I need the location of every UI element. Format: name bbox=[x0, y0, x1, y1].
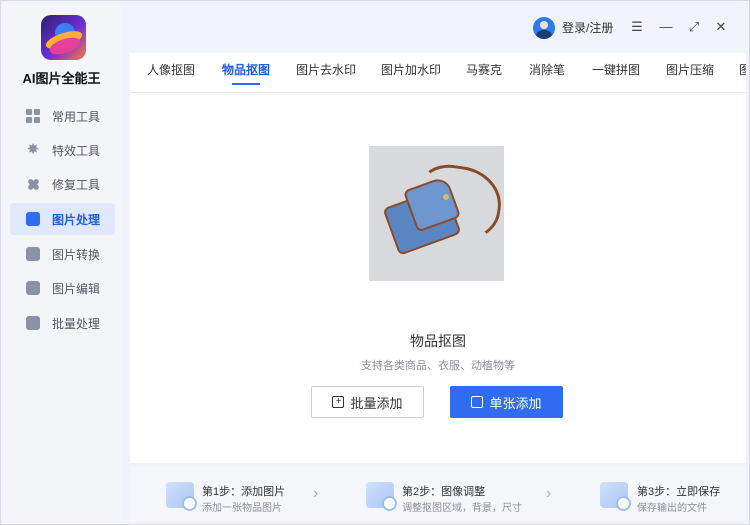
step-1-desc: 添加一张物品图片 bbox=[202, 503, 282, 514]
step-2-desc: 调整抠图区域，背景，尺寸 bbox=[402, 503, 522, 514]
title-bar: 登录/注册 ☰ — ⤢ ✕ bbox=[130, 6, 746, 49]
batch-add-button[interactable]: + 批量添加 bbox=[311, 386, 424, 418]
plus-box-icon: + bbox=[332, 396, 345, 408]
adjust-image-icon bbox=[366, 482, 397, 511]
sidebar-item-effects[interactable]: ✸ 特效工具 bbox=[10, 134, 115, 166]
steps-bar: 第1步：添加图片 添加一张物品图片 › 第2步：图像调整 调整抠图区域，背景，尺… bbox=[130, 466, 746, 523]
sidebar-item-label: 特效工具 bbox=[52, 143, 101, 158]
step-2-title: 第2步：图像调整 bbox=[402, 486, 486, 498]
grid-icon bbox=[26, 109, 40, 123]
sidebar-item-label: 常用工具 bbox=[52, 109, 101, 124]
chevron-right-icon: › bbox=[313, 485, 319, 502]
sidebar-item-label: 批量处理 bbox=[52, 316, 101, 331]
menu-icon[interactable]: ☰ bbox=[628, 17, 646, 37]
tab-remove-watermark[interactable]: 图片去水印 bbox=[296, 53, 356, 92]
sidebar-item-image-process[interactable]: 图片处理 bbox=[10, 203, 115, 235]
step-1-title: 第1步：添加图片 bbox=[202, 486, 286, 498]
app-window: AI图片全能王 常用工具 ✸ 特效工具 修复工具 图片处理 图片转换 图片编辑 bbox=[0, 0, 750, 525]
bandage-icon bbox=[26, 177, 40, 191]
tab-compress[interactable]: 图片压缩 bbox=[666, 53, 714, 92]
minimize-icon[interactable]: — bbox=[657, 17, 675, 37]
app-logo bbox=[41, 15, 86, 60]
close-icon[interactable]: ✕ bbox=[712, 17, 730, 37]
tab-collage[interactable]: 一键拼图 bbox=[592, 53, 640, 92]
sidebar-item-repair[interactable]: 修复工具 bbox=[10, 168, 115, 200]
chevron-right-icon: › bbox=[546, 485, 552, 502]
single-add-button[interactable]: 单张添加 bbox=[450, 386, 563, 418]
save-icon bbox=[600, 482, 631, 511]
batch-upload-icon bbox=[26, 316, 40, 330]
avatar[interactable] bbox=[533, 17, 555, 39]
sidebar-item-label: 图片处理 bbox=[52, 212, 101, 227]
sample-product-image bbox=[369, 146, 504, 281]
sidebar-item-convert[interactable]: 图片转换 bbox=[10, 238, 115, 270]
sidebar-item-label: 图片转换 bbox=[52, 247, 101, 262]
batch-add-label: 批量添加 bbox=[350, 395, 403, 411]
app-name: AI图片全能王 bbox=[22, 71, 101, 86]
sidebar-item-edit[interactable]: 图片编辑 bbox=[10, 272, 115, 304]
tab-object-cutout[interactable]: 物品抠图 bbox=[222, 53, 270, 92]
step-3-desc: 保存输出的文件 bbox=[637, 503, 707, 514]
sidebar-item-label: 修复工具 bbox=[52, 177, 101, 192]
page-subtitle: 支持各类商品、衣服、动植物等 bbox=[361, 360, 515, 372]
tab-eraser[interactable]: 消除笔 bbox=[529, 53, 565, 92]
add-image-icon bbox=[166, 482, 197, 511]
sidebar: AI图片全能王 常用工具 ✸ 特效工具 修复工具 图片处理 图片转换 图片编辑 bbox=[2, 2, 121, 524]
tab-mosaic[interactable]: 马赛克 bbox=[466, 53, 502, 92]
sidebar-item-label: 图片编辑 bbox=[52, 281, 101, 296]
main-panel: 物品抠图 支持各类商品、衣服、动植物等 + 批量添加 单张添加 bbox=[130, 93, 746, 463]
edit-icon bbox=[26, 281, 40, 295]
tab-add-watermark[interactable]: 图片加水印 bbox=[381, 53, 441, 92]
tab-more[interactable]: 图 bbox=[739, 53, 746, 92]
step-3-title: 第3步：立即保存 bbox=[637, 486, 721, 498]
maximize-icon[interactable]: ⤢ bbox=[685, 17, 703, 37]
convert-icon bbox=[26, 247, 40, 261]
tab-bar: 人像抠图 物品抠图 图片去水印 图片加水印 马赛克 消除笔 一键拼图 图片压缩 … bbox=[130, 53, 746, 93]
sidebar-item-common-tools[interactable]: 常用工具 bbox=[10, 100, 115, 132]
image-process-icon bbox=[26, 212, 40, 226]
tab-portrait-cutout[interactable]: 人像抠图 bbox=[147, 53, 195, 92]
page-title: 物品抠图 bbox=[410, 333, 466, 349]
sidebar-item-batch[interactable]: 批量处理 bbox=[10, 307, 115, 339]
sparkle-icon: ✸ bbox=[26, 141, 40, 158]
image-icon bbox=[471, 396, 484, 408]
single-add-label: 单张添加 bbox=[489, 395, 542, 411]
login-link[interactable]: 登录/注册 bbox=[562, 19, 613, 36]
